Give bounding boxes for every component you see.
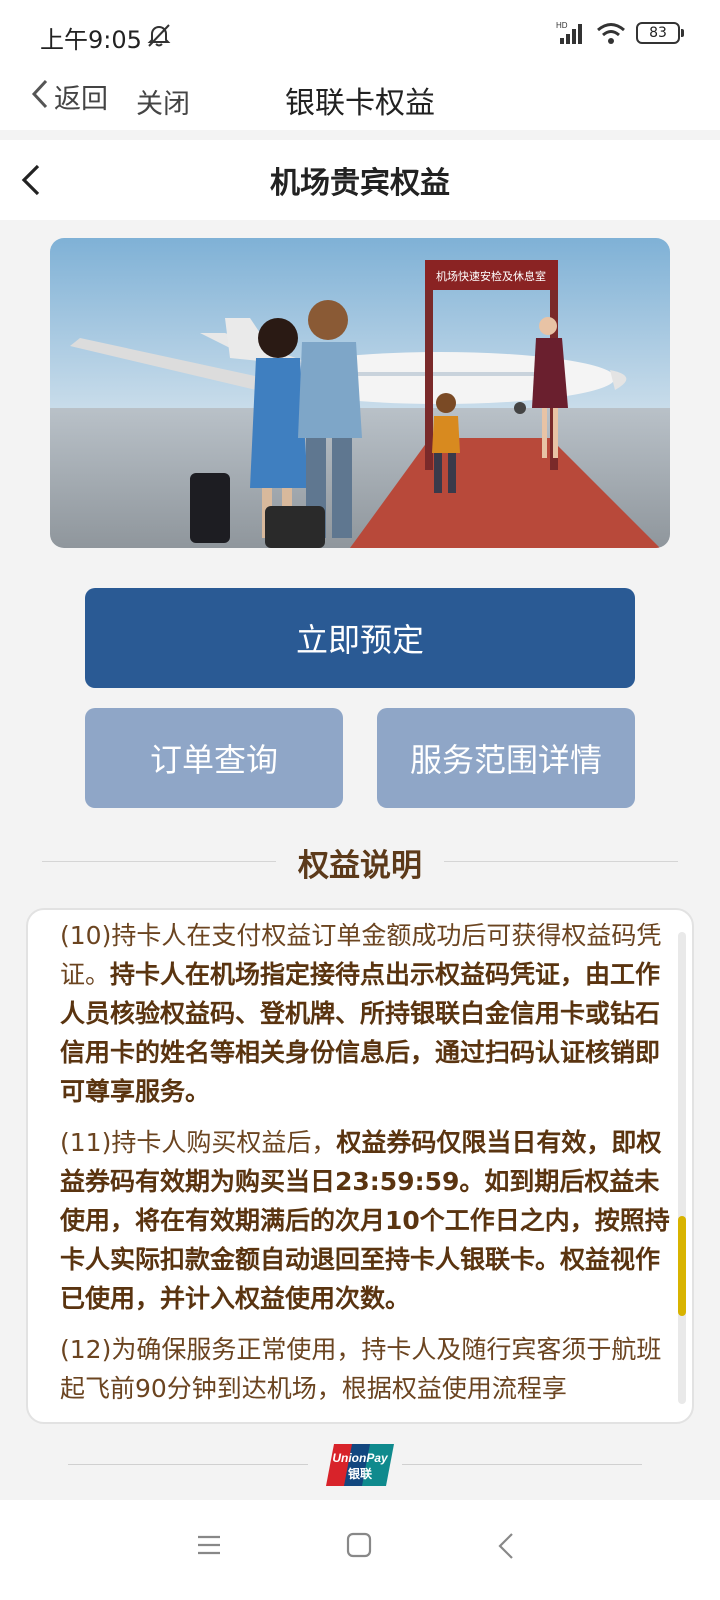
scrollbar-thumb[interactable]: [678, 1216, 686, 1316]
back-triangle-icon[interactable]: [496, 1532, 516, 1564]
page-header: 机场贵宾权益: [0, 140, 720, 220]
status-bar: 上午9:05 HD 83: [0, 0, 720, 64]
menu-icon[interactable]: [196, 1532, 222, 1562]
home-icon[interactable]: [346, 1532, 372, 1562]
divider: [68, 1464, 308, 1465]
airport-banner-image: 机场快速安检及休息室: [50, 238, 670, 548]
svg-text:UnionPay: UnionPay: [332, 1451, 389, 1465]
term-item: (10)持卡人在支付权益订单金额成功后可获得权益码凭证。持卡人在机场指定接待点出…: [60, 921, 662, 1106]
system-nav-bar: [0, 1500, 720, 1600]
service-scope-button[interactable]: 服务范围详情: [377, 708, 635, 808]
bell-muted-icon: [146, 22, 172, 52]
signal-icon: HD: [556, 20, 586, 50]
svg-text:机场快速安检及休息室: 机场快速安检及休息室: [436, 269, 546, 283]
app-nav-bar: 返回 关闭 银联卡权益: [0, 64, 720, 130]
benefits-section-header: 权益说明: [0, 836, 720, 886]
page-title: 机场贵宾权益: [270, 166, 450, 201]
section-title: 权益说明: [298, 848, 422, 884]
battery-indicator: 83: [636, 22, 684, 44]
app-title: 银联卡权益: [285, 86, 435, 121]
footer-logo-row: UnionPay 银联: [0, 1442, 720, 1492]
unionpay-logo: UnionPay 银联: [324, 1442, 396, 1492]
svg-text:HD: HD: [556, 21, 568, 30]
wifi-icon: [596, 20, 626, 50]
terms-scroll-box[interactable]: (10)持卡人在支付权益订单金额成功后可获得权益码凭证。持卡人在机场指定接待点出…: [26, 908, 694, 1424]
term-item: (11)持卡人购买权益后，权益券码仅限当日有效，即权益券码有效期为购买当日23:…: [60, 1128, 670, 1313]
book-now-button[interactable]: 立即预定: [85, 588, 635, 688]
term-item: (12)为确保服务正常使用，持卡人及随行宾客须于航班起飞前90分钟到达机场，根据…: [60, 1335, 662, 1403]
status-time: 上午9:05: [40, 26, 142, 54]
scrollbar-track[interactable]: [678, 932, 686, 1404]
divider: [402, 1464, 642, 1465]
svg-text:银联: 银联: [348, 1466, 372, 1481]
divider: [444, 861, 678, 862]
order-query-button[interactable]: 订单查询: [85, 708, 343, 808]
terms-content: (10)持卡人在支付权益订单金额成功后可获得权益码凭证。持卡人在机场指定接待点出…: [60, 916, 670, 1420]
